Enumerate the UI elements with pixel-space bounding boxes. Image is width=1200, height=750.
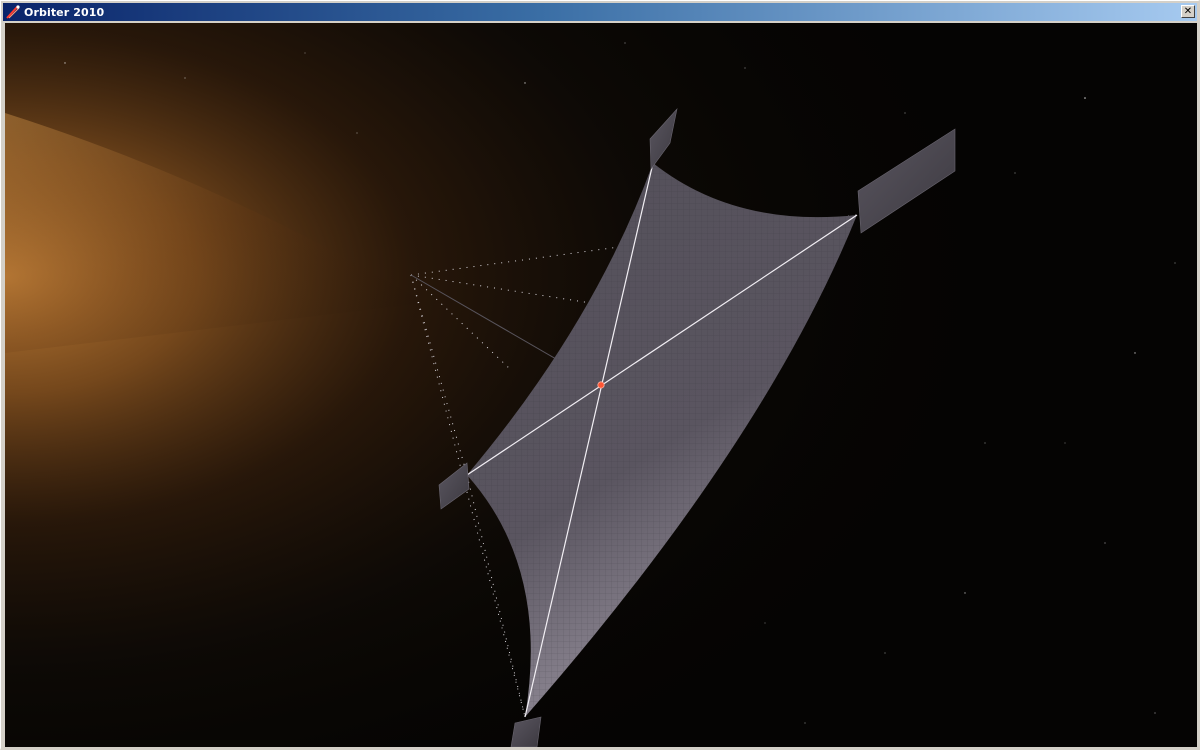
close-button[interactable]: ✕ bbox=[1181, 5, 1195, 18]
simulation-viewport[interactable] bbox=[5, 23, 1197, 747]
close-icon: ✕ bbox=[1183, 5, 1193, 17]
title-bar[interactable]: Orbiter 2010 ✕ bbox=[3, 3, 1197, 21]
app-window: Orbiter 2010 ✕ bbox=[0, 0, 1200, 750]
space-scene bbox=[5, 23, 1197, 747]
sail-center-hub bbox=[597, 381, 605, 389]
orbiter-rocket-icon[interactable] bbox=[5, 4, 21, 20]
window-title: Orbiter 2010 bbox=[24, 5, 105, 19]
